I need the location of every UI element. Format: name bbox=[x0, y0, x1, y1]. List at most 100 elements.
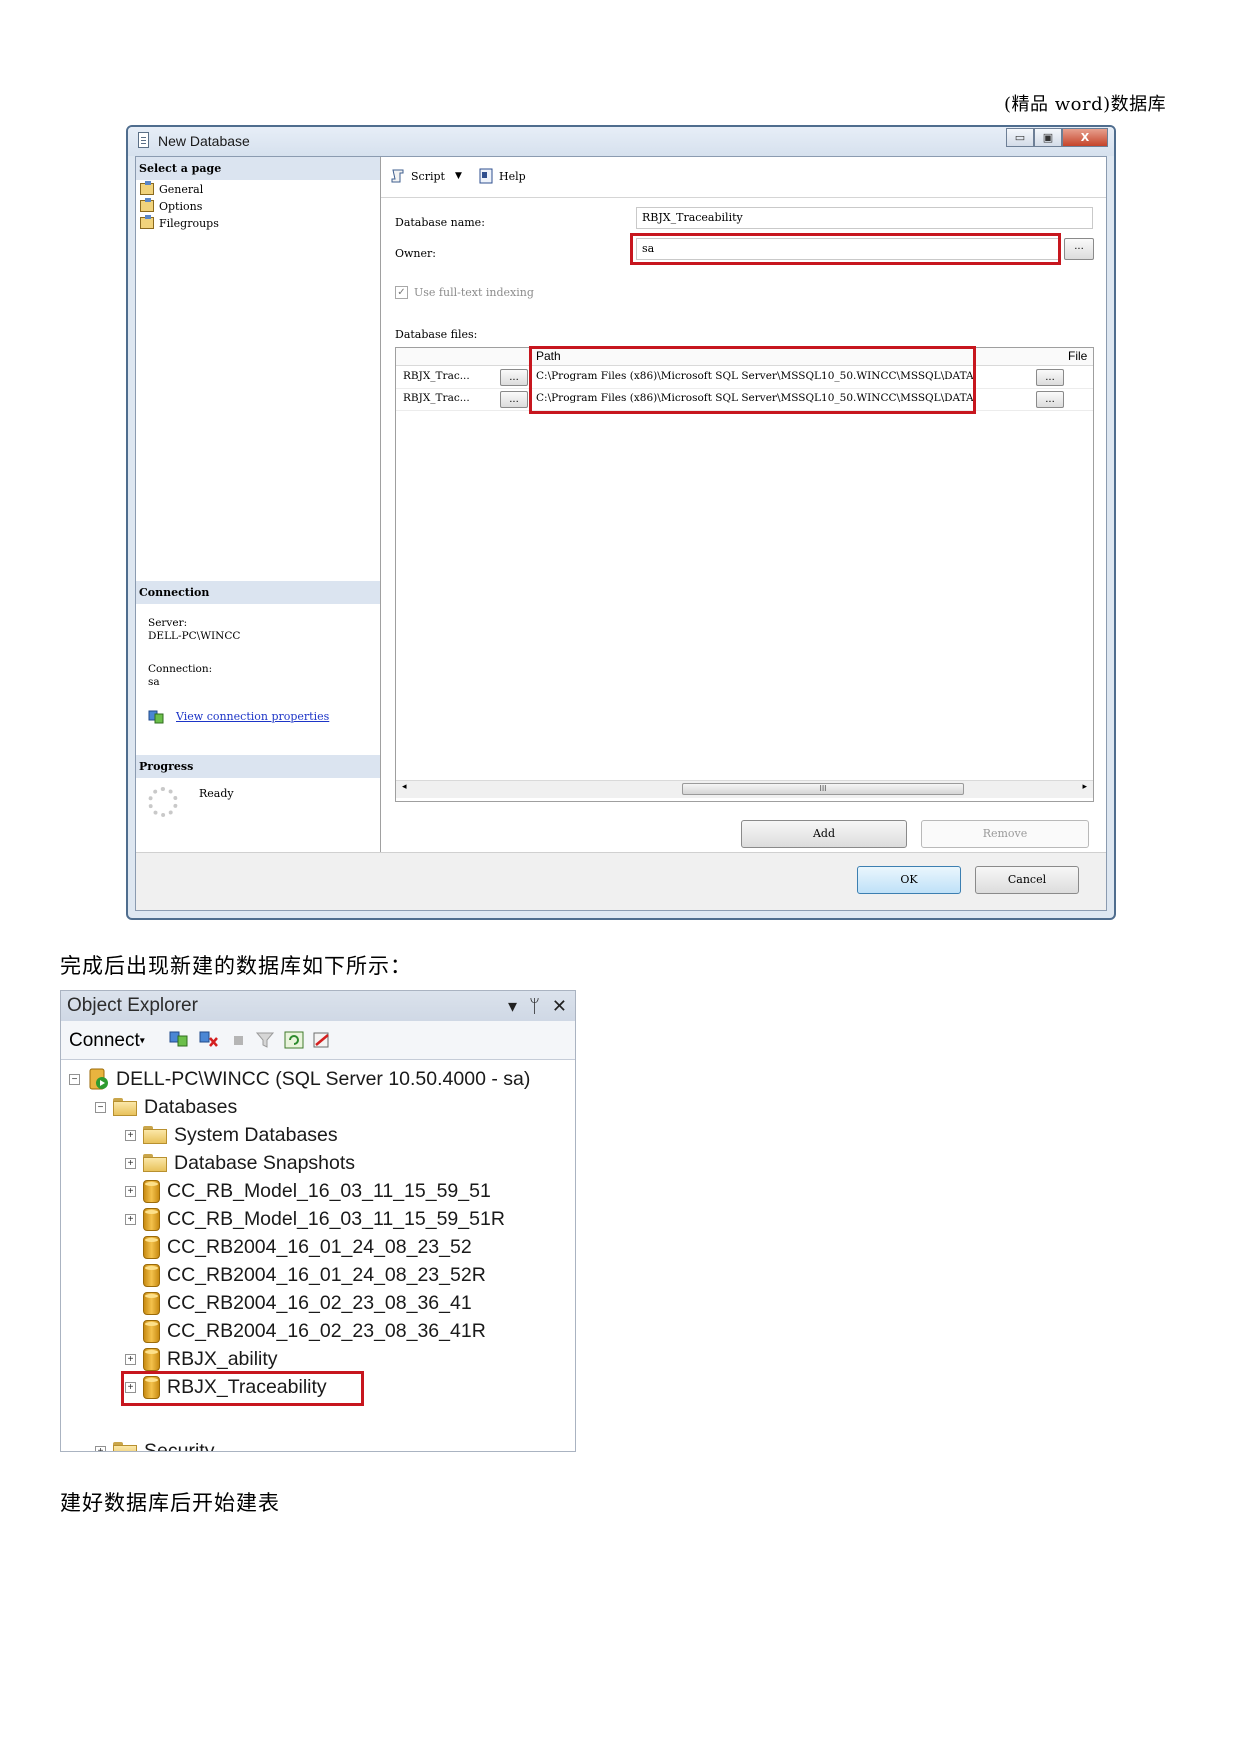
cancel-button[interactable]: Cancel bbox=[975, 866, 1079, 894]
dialog-titlebar[interactable]: New Database ▭ ▣ X bbox=[128, 127, 1114, 156]
tree-item-label: CC_RB2004_16_02_23_08_36_41R bbox=[167, 1319, 486, 1342]
expand-icon[interactable]: + bbox=[125, 1157, 136, 1169]
scroll-right-icon[interactable]: ▸ bbox=[1082, 782, 1087, 792]
database-icon bbox=[143, 1179, 160, 1203]
script-button[interactable]: Script ▼ bbox=[389, 167, 462, 185]
scroll-thumb[interactable]: III bbox=[682, 783, 964, 795]
server-node-label: DELL-PC\WINCC (SQL Server 10.50.4000 - s… bbox=[116, 1067, 531, 1090]
refresh-icon[interactable] bbox=[283, 1030, 305, 1050]
tree-node-database[interactable]: CC_RB2004_16_02_23_08_36_41 bbox=[125, 1290, 472, 1316]
page-icon bbox=[140, 181, 154, 195]
tree-item-label: CC_RB2004_16_01_24_08_23_52 bbox=[167, 1235, 472, 1258]
tree-node-database[interactable]: + RBJX_ability bbox=[125, 1346, 278, 1372]
path-browse-button[interactable]: ... bbox=[1036, 391, 1064, 408]
tree-item-label: CC_RB2004_16_01_24_08_23_52R bbox=[167, 1263, 486, 1286]
connection-properties-icon bbox=[148, 710, 164, 724]
help-label: Help bbox=[499, 169, 526, 183]
database-icon bbox=[143, 1319, 160, 1343]
help-button[interactable]: Help bbox=[477, 167, 526, 185]
script-icon bbox=[391, 169, 404, 183]
folder-icon bbox=[113, 1442, 137, 1451]
page-filegroups[interactable]: Filegroups bbox=[140, 214, 219, 232]
select-page-heading: Select a page bbox=[136, 157, 380, 180]
no-expander bbox=[125, 1270, 136, 1281]
fulltext-label: Use full-text indexing bbox=[414, 286, 534, 299]
tree-item-label: RBJX_ability bbox=[167, 1347, 278, 1370]
expand-icon[interactable]: + bbox=[125, 1353, 136, 1365]
remove-button[interactable]: Remove bbox=[921, 820, 1089, 848]
scroll-left-icon[interactable]: ◂ bbox=[402, 782, 407, 792]
tree-item-label: CC_RB_Model_16_03_11_15_59_51R bbox=[167, 1207, 505, 1230]
expand-icon[interactable]: + bbox=[125, 1185, 136, 1197]
script-label: Script bbox=[411, 169, 445, 183]
collapse-icon[interactable]: − bbox=[95, 1101, 106, 1113]
database-page-icon bbox=[138, 132, 149, 148]
object-explorer-toolbar: Connect▾ bbox=[61, 1021, 575, 1060]
dialog-toolbar: Script ▼ Help bbox=[381, 157, 1106, 198]
database-icon bbox=[143, 1207, 160, 1231]
connect-button[interactable]: Connect▾ bbox=[69, 1030, 145, 1052]
no-expander bbox=[125, 1298, 136, 1309]
tree-node-database[interactable]: CC_RB2004_16_01_24_08_23_52 bbox=[125, 1234, 472, 1260]
horizontal-scrollbar[interactable]: ◂ III ▸ bbox=[396, 780, 1093, 798]
database-icon bbox=[143, 1263, 160, 1287]
tree-node-database[interactable]: + CC_RB_Model_16_03_11_15_59_51R bbox=[125, 1206, 505, 1232]
disconnect-icon[interactable] bbox=[198, 1030, 220, 1050]
tree-item-label: CC_RB_Model_16_03_11_15_59_51 bbox=[167, 1179, 491, 1202]
page-general-label: General bbox=[159, 182, 204, 196]
collapse-icon[interactable]: − bbox=[69, 1073, 80, 1085]
progress-status: Ready bbox=[199, 787, 234, 800]
connection-heading: Connection bbox=[136, 581, 380, 604]
close-button[interactable]: X bbox=[1062, 128, 1108, 147]
general-page-pane: Script ▼ Help Database name: RBJX_Tracea… bbox=[381, 157, 1106, 853]
database-icon bbox=[143, 1291, 160, 1315]
expand-icon[interactable]: + bbox=[125, 1129, 136, 1141]
tree-node-server[interactable]: − DELL-PC\WINCC (SQL Server 10.50.4000 -… bbox=[69, 1066, 530, 1092]
page-options-label: Options bbox=[159, 199, 203, 213]
page-options[interactable]: Options bbox=[140, 197, 202, 215]
page-filegroups-label: Filegroups bbox=[159, 216, 219, 230]
tree-node-database[interactable]: + CC_RB_Model_16_03_11_15_59_51 bbox=[125, 1178, 491, 1204]
minimize-button[interactable]: ▭ bbox=[1006, 128, 1034, 147]
connect-dropdown-icon[interactable]: ▾ bbox=[140, 1035, 145, 1046]
tree-node-database[interactable]: CC_RB2004_16_01_24_08_23_52R bbox=[125, 1262, 486, 1288]
fulltext-checkbox[interactable]: ✓ bbox=[395, 286, 408, 299]
maximize-button[interactable]: ▣ bbox=[1034, 128, 1062, 147]
rbjx-traceability-highlight-box bbox=[121, 1371, 364, 1406]
summary-icon[interactable] bbox=[311, 1030, 333, 1050]
tree-node-databases[interactable]: − Databases bbox=[95, 1094, 237, 1120]
view-connection-properties-link[interactable]: View connection properties bbox=[176, 710, 329, 723]
expand-icon[interactable]: + bbox=[125, 1213, 136, 1225]
expand-icon[interactable]: + bbox=[95, 1445, 106, 1451]
tree-node-database[interactable]: CC_RB2004_16_02_23_08_36_41R bbox=[125, 1318, 486, 1344]
tree-item-label: System Databases bbox=[174, 1123, 338, 1146]
database-icon bbox=[143, 1347, 160, 1371]
row-browse-button[interactable]: ... bbox=[500, 369, 528, 386]
add-button[interactable]: Add bbox=[741, 820, 907, 848]
server-icon bbox=[89, 1068, 108, 1090]
connect-icon[interactable] bbox=[168, 1030, 190, 1050]
tree-node-security-partial[interactable]: + Security bbox=[95, 1438, 214, 1451]
tree-node-system-databases[interactable]: + System Databases bbox=[125, 1122, 338, 1148]
page-general[interactable]: General bbox=[140, 180, 203, 198]
owner-browse-button[interactable]: ... bbox=[1064, 238, 1094, 260]
file-column-header[interactable]: File bbox=[1068, 349, 1087, 363]
ok-button[interactable]: OK bbox=[857, 866, 961, 894]
tree-item-label: CC_RB2004_16_02_23_08_36_41 bbox=[167, 1291, 472, 1314]
path-browse-button[interactable]: ... bbox=[1036, 369, 1064, 386]
logical-name-cell: RBJX_Trac... bbox=[403, 370, 470, 382]
dialog-footer: OK Cancel bbox=[136, 852, 1106, 910]
dropdown-icon[interactable]: ▾ bbox=[508, 991, 517, 1021]
connection-value: sa bbox=[148, 676, 160, 688]
database-name-input[interactable]: RBJX_Traceability bbox=[636, 207, 1093, 229]
object-explorer-panel: Object Explorer ▾ ᛘ ✕ Connect▾ − DELL-PC… bbox=[60, 990, 576, 1452]
tree-node-database-snapshots[interactable]: + Database Snapshots bbox=[125, 1150, 355, 1176]
filter-icon[interactable] bbox=[254, 1030, 276, 1050]
script-dropdown-icon[interactable]: ▼ bbox=[455, 171, 462, 181]
select-page-pane: Select a page General Options Filegroups… bbox=[136, 157, 381, 853]
close-icon[interactable]: ✕ bbox=[552, 991, 567, 1021]
stop-icon[interactable] bbox=[228, 1030, 250, 1050]
row-browse-button[interactable]: ... bbox=[500, 391, 528, 408]
pin-icon[interactable]: ᛘ bbox=[529, 991, 540, 1021]
server-label: Server: bbox=[148, 617, 188, 629]
